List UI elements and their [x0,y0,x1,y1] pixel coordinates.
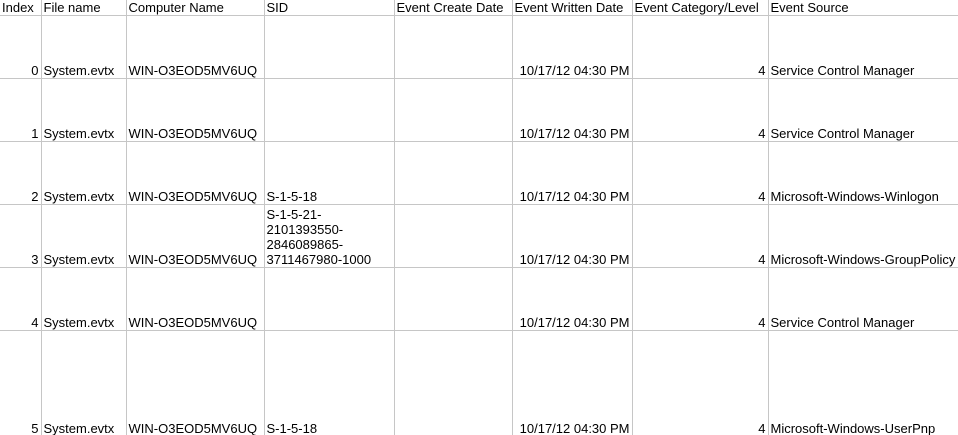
sid-text: S-1-5-18 [266,421,318,435]
header-cell-computer-name[interactable]: Computer Name [126,0,265,16]
cell-sid[interactable]: S-1-5-21- 2101393550- 2846089865- 371146… [264,204,395,268]
cell-file-name[interactable]: System.evtx [41,204,127,268]
cell-sid[interactable]: S-1-5-18 [264,141,395,205]
header-cell-event-create-date[interactable]: Event Create Date [394,0,513,16]
cell-event-category-level[interactable]: 4 [632,330,769,435]
cell-event-create-date[interactable] [394,330,513,435]
table-row: 0 System.evtx WIN-O3EOD5MV6UQ 10/17/12 0… [0,15,958,79]
cell-sid[interactable] [264,267,395,331]
cell-event-create-date[interactable] [394,141,513,205]
cell-event-written-date[interactable]: 10/17/12 04:30 PM [512,204,633,268]
cell-event-create-date[interactable] [394,15,513,79]
cell-file-name[interactable]: System.evtx [41,78,127,142]
cell-event-written-date[interactable]: 10/17/12 04:30 PM [512,330,633,435]
cell-file-name[interactable]: System.evtx [41,267,127,331]
header-cell-file-name[interactable]: File name [41,0,127,16]
cell-index[interactable]: 5 [0,330,42,435]
header-row: Index File name Computer Name SID Event … [0,0,958,16]
cell-sid[interactable]: S-1-5-18 [264,330,395,435]
cell-event-written-date[interactable]: 10/17/12 04:30 PM [512,141,633,205]
cell-event-written-date[interactable]: 10/17/12 04:30 PM [512,15,633,79]
table-row: 5 System.evtx WIN-O3EOD5MV6UQ S-1-5-18 1… [0,330,958,435]
table-row: 2 System.evtx WIN-O3EOD5MV6UQ S-1-5-18 1… [0,141,958,205]
header-cell-index[interactable]: Index [0,0,42,16]
cell-event-category-level[interactable]: 4 [632,204,769,268]
cell-computer-name[interactable]: WIN-O3EOD5MV6UQ [126,78,265,142]
table-row: 3 System.evtx WIN-O3EOD5MV6UQ S-1-5-21- … [0,204,958,268]
cell-computer-name[interactable]: WIN-O3EOD5MV6UQ [126,141,265,205]
cell-event-source[interactable]: Service Control Manager [768,267,958,331]
table-row: 1 System.evtx WIN-O3EOD5MV6UQ 10/17/12 0… [0,78,958,142]
header-cell-event-written-date[interactable]: Event Written Date [512,0,633,16]
cell-event-create-date[interactable] [394,267,513,331]
cell-event-create-date[interactable] [394,78,513,142]
cell-event-category-level[interactable]: 4 [632,78,769,142]
cell-computer-name[interactable]: WIN-O3EOD5MV6UQ [126,267,265,331]
cell-event-create-date[interactable] [394,204,513,268]
cell-event-source[interactable]: Service Control Manager [768,78,958,142]
cell-event-written-date[interactable]: 10/17/12 04:30 PM [512,267,633,331]
cell-sid[interactable] [264,15,395,79]
cell-event-source[interactable]: Microsoft-Windows-GroupPolicy [768,204,958,268]
cell-computer-name[interactable]: WIN-O3EOD5MV6UQ [126,330,265,435]
cell-index[interactable]: 0 [0,15,42,79]
sid-text: S-1-5-18 [266,189,318,204]
cell-event-source[interactable]: Microsoft-Windows-Winlogon [768,141,958,205]
cell-computer-name[interactable]: WIN-O3EOD5MV6UQ [126,204,265,268]
cell-event-source[interactable]: Microsoft-Windows-UserPnp [768,330,958,435]
cell-computer-name[interactable]: WIN-O3EOD5MV6UQ [126,15,265,79]
header-cell-event-source[interactable]: Event Source [768,0,958,16]
cell-event-category-level[interactable]: 4 [632,15,769,79]
header-cell-event-category-level[interactable]: Event Category/Level [632,0,769,16]
cell-event-written-date[interactable]: 10/17/12 04:30 PM [512,78,633,142]
cell-event-source[interactable]: Service Control Manager [768,15,958,79]
cell-file-name[interactable]: System.evtx [41,141,127,205]
cell-index[interactable]: 3 [0,204,42,268]
cell-index[interactable]: 2 [0,141,42,205]
cell-event-category-level[interactable]: 4 [632,141,769,205]
header-cell-sid[interactable]: SID [264,0,395,16]
cell-file-name[interactable]: System.evtx [41,330,127,435]
event-log-table: Index File name Computer Name SID Event … [0,0,958,435]
cell-event-category-level[interactable]: 4 [632,267,769,331]
cell-sid[interactable] [264,78,395,142]
cell-file-name[interactable]: System.evtx [41,15,127,79]
cell-index[interactable]: 4 [0,267,42,331]
table-row: 4 System.evtx WIN-O3EOD5MV6UQ 10/17/12 0… [0,267,958,331]
spreadsheet-view: Index File name Computer Name SID Event … [0,0,958,435]
sid-text: S-1-5-21- 2101393550- 2846089865- 371146… [266,207,372,267]
cell-index[interactable]: 1 [0,78,42,142]
